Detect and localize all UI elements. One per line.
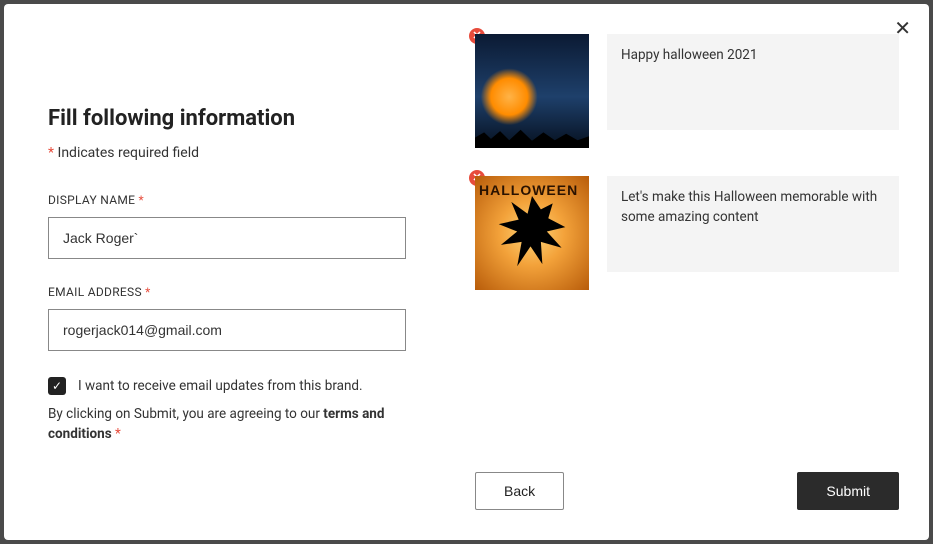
email-updates-row: ✓ I want to receive email updates from t… [48,377,385,395]
upload-thumb-wrap: ✕ [475,34,589,148]
upload-caption-input[interactable] [607,176,899,272]
asterisk-icon: * [48,145,58,161]
modal-dialog: ✕ Fill following information * Indicates… [4,4,929,540]
upload-row: ✕ [475,34,899,148]
asterisk-icon: * [115,426,121,442]
thumbnail-overlay-text: HALLOWEEN [479,182,578,198]
display-name-input[interactable] [48,217,406,259]
email-label: EMAIL ADDRESS * [48,285,385,299]
back-button[interactable]: Back [475,472,564,510]
display-name-label: DISPLAY NAME * [48,193,385,207]
email-updates-label: I want to receive email updates from thi… [78,378,363,394]
upload-caption-input[interactable] [607,34,899,130]
page-title: Fill following information [48,106,385,131]
uploads-column: ✕ ✕ HALLOWEEN Back Submit [475,20,913,524]
button-row: Back Submit [475,472,899,510]
terms-line: By clicking on Submit, you are agreeing … [48,405,385,444]
submit-button[interactable]: Submit [797,472,899,510]
upload-thumbnail[interactable]: HALLOWEEN [475,176,589,290]
form-column: Fill following information * Indicates r… [20,20,475,524]
email-input[interactable] [48,309,406,351]
upload-thumbnail[interactable] [475,34,589,148]
upload-row: ✕ HALLOWEEN [475,176,899,290]
asterisk-icon: * [139,193,144,207]
asterisk-icon: * [145,285,150,299]
email-updates-checkbox[interactable]: ✓ [48,377,66,395]
required-indicator-note: * Indicates required field [48,145,385,161]
upload-thumb-wrap: ✕ HALLOWEEN [475,176,589,290]
